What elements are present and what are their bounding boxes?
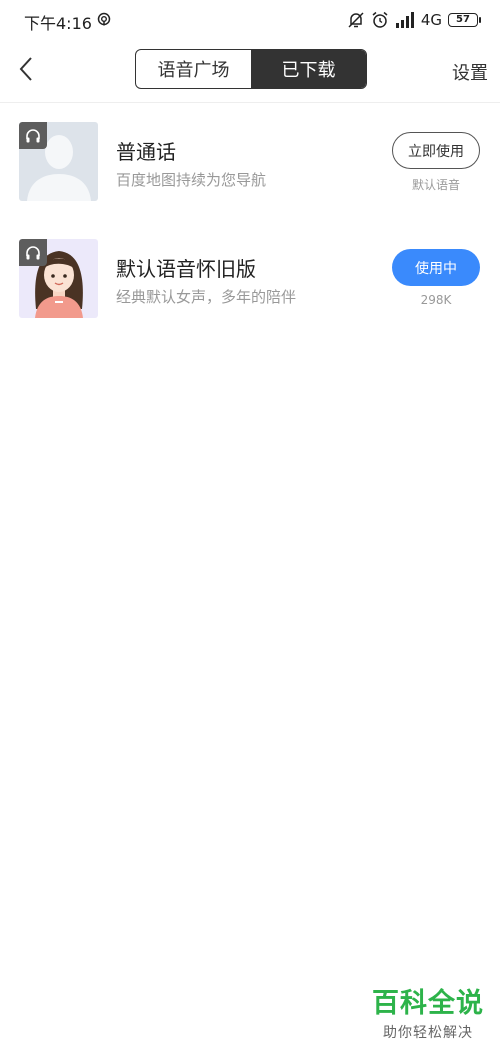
status-bar: 下午4:16 4G 57	[0, 0, 500, 40]
hotspot-icon	[97, 12, 111, 26]
voice-size-label: 298K	[420, 293, 452, 307]
top-nav-bar: 语音广场 已下载 设置	[0, 40, 500, 103]
voice-thumbnail	[19, 239, 98, 318]
back-button[interactable]	[12, 54, 42, 84]
voice-status-label: 默认语音	[411, 178, 460, 192]
tab-downloaded[interactable]: 已下载	[251, 50, 366, 88]
voice-list: 普通话 百度地图持续为您导航 立即使用 默认语音 默认语音怀旧版 经典默认女声，…	[0, 103, 500, 337]
network-type: 4G	[420, 11, 442, 29]
voice-item-classic-female[interactable]: 默认语音怀旧版 经典默认女声，多年的陪伴 使用中 298K	[0, 220, 500, 337]
watermark-title: 百科全说	[372, 988, 484, 1019]
watermark-logo: 百科全说 助你轻松解决	[372, 981, 484, 1042]
chevron-left-icon	[19, 57, 32, 81]
headphone-badge	[19, 239, 47, 266]
voice-description: 经典默认女声，多年的陪伴	[116, 288, 297, 306]
tab-voice-plaza[interactable]: 语音广场	[136, 50, 251, 88]
voice-title: 普通话	[116, 140, 176, 164]
battery-icon: 57	[448, 13, 481, 27]
signal-strength-icon	[395, 12, 414, 28]
voice-tab-switcher: 语音广场 已下载	[135, 49, 367, 89]
headphone-badge	[19, 122, 47, 149]
voice-thumbnail	[19, 122, 98, 201]
headphone-icon	[26, 245, 40, 259]
watermark-subtitle: 助你轻松解决	[383, 1025, 473, 1041]
alarm-clock-icon	[372, 11, 388, 28]
voice-title: 默认语音怀旧版	[116, 257, 256, 281]
in-use-button[interactable]: 使用中	[392, 249, 480, 286]
voice-description: 百度地图持续为您导航	[116, 171, 267, 189]
status-time: 下午4:16	[24, 14, 92, 33]
settings-button[interactable]: 设置	[452, 59, 488, 85]
battery-level: 57	[456, 14, 470, 25]
voice-downloaded-page: 下午4:16 4G 57 语音广场 已下载 设置 普通话 百度地图持续为您导航 …	[0, 0, 500, 1056]
use-now-button[interactable]: 立即使用	[392, 132, 480, 169]
headphone-icon	[26, 128, 40, 142]
status-right-group: 4G 57	[347, 9, 481, 31]
voice-item-mandarin[interactable]: 普通话 百度地图持续为您导航 立即使用 默认语音	[0, 103, 500, 220]
mute-bell-icon	[348, 12, 364, 28]
